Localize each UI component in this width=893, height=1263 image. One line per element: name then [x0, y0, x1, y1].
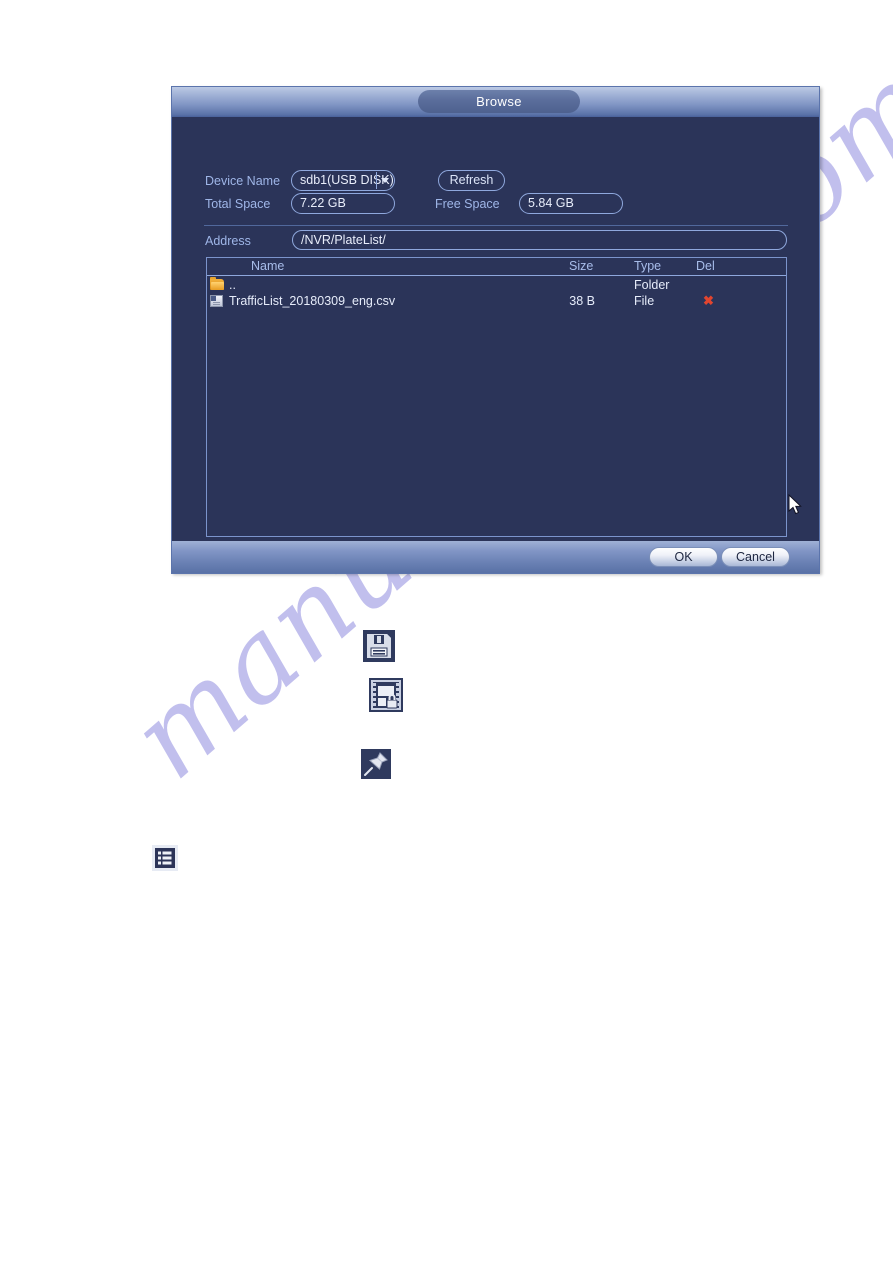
row-type: File: [634, 294, 655, 308]
ok-button[interactable]: OK: [649, 547, 718, 567]
dialog-title: Browse: [418, 90, 580, 113]
table-row[interactable]: .. Folder: [207, 277, 786, 293]
row-type: Folder: [634, 278, 670, 292]
row-name: ..: [229, 278, 236, 292]
column-header-type: Type: [634, 259, 662, 273]
total-space-value: 7.22 GB: [291, 193, 395, 214]
device-name-label: Device Name: [205, 174, 281, 188]
dialog-footer: OK Cancel: [171, 541, 820, 574]
refresh-button[interactable]: Refresh: [438, 170, 505, 191]
list-menu-icon: [152, 845, 178, 871]
free-space-label: Free Space: [435, 197, 500, 211]
file-list-header: Name Size Type Del: [207, 258, 786, 276]
row-size: 38 B: [569, 294, 595, 308]
table-row[interactable]: TrafficList_20180309_eng.csv 38 B File ✖: [207, 293, 786, 309]
free-space-value: 5.84 GB: [519, 193, 623, 214]
save-floppy-icon: [363, 630, 395, 662]
chevron-down-icon[interactable]: [376, 172, 393, 189]
cancel-button[interactable]: Cancel: [721, 547, 790, 567]
file-list-panel[interactable]: Name Size Type Del .. Folder TrafficList…: [206, 257, 787, 537]
file-icon: [210, 295, 223, 307]
delete-row-button[interactable]: ✖: [703, 293, 714, 309]
address-input[interactable]: /NVR/PlateList/: [292, 230, 787, 250]
column-header-name: Name: [251, 259, 285, 273]
browse-dialog: Browse Device Name sdb1(USB DISK) Refres…: [171, 86, 820, 574]
video-lock-icon: [369, 678, 403, 712]
folder-icon: [210, 277, 225, 291]
address-label: Address: [205, 234, 251, 248]
column-header-size: Size: [569, 259, 594, 273]
device-name-select[interactable]: sdb1(USB DISK): [291, 170, 395, 191]
row-name: TrafficList_20180309_eng.csv: [229, 294, 396, 308]
pushpin-mark-icon: [361, 749, 391, 779]
dialog-body: Device Name sdb1(USB DISK) Refresh Total…: [171, 117, 820, 541]
column-header-del: Del: [696, 259, 715, 273]
total-space-label: Total Space: [205, 197, 271, 211]
dialog-title-bar: Browse: [171, 86, 820, 117]
section-divider: [204, 225, 788, 226]
